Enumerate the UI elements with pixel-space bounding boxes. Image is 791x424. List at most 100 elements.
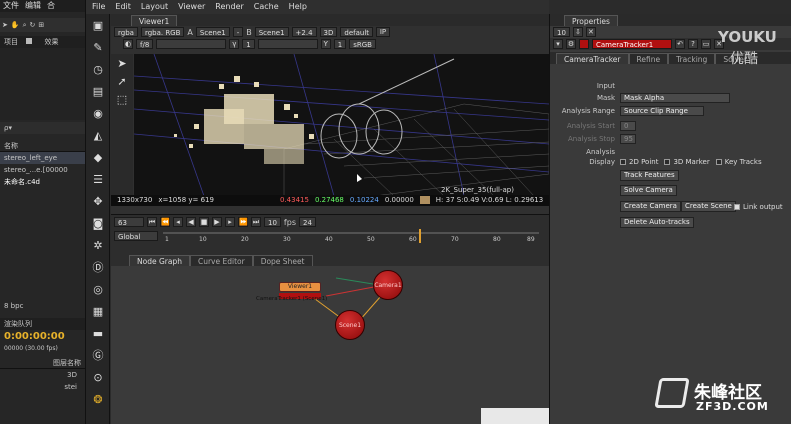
ae-timecode[interactable]: 0:00:00:00 [0, 330, 85, 344]
checkbox[interactable] [664, 159, 671, 165]
menu-cache[interactable]: Cache [254, 0, 279, 14]
gamma-slider[interactable] [257, 39, 318, 49]
time-icon[interactable]: ◷ [86, 58, 110, 80]
menu-render[interactable]: Render [215, 0, 243, 14]
deep-icon[interactable]: Ⓓ [86, 256, 110, 278]
viewer-node[interactable]: Viewer1 [279, 282, 321, 292]
node-gear-icon[interactable]: ⚙ [566, 39, 576, 49]
camera-icon[interactable]: ⊞ [38, 21, 44, 29]
scene-node[interactable]: Scene1 [335, 310, 365, 340]
tab-tracking[interactable]: Tracking [668, 53, 716, 64]
ae-file-item[interactable]: stereo_...e.[00000 [0, 164, 85, 176]
checkbox-checked[interactable] [734, 204, 740, 210]
camera-node[interactable]: Camera1 [373, 270, 403, 300]
ae-menu-compose[interactable]: 合 [47, 0, 55, 12]
first-frame-icon[interactable]: ⏮ [147, 217, 157, 227]
3d-icon[interactable]: ◙ [86, 212, 110, 234]
ae-search-input[interactable]: ρ▾ [0, 122, 85, 134]
view-mode-dropdown[interactable]: 3D [319, 27, 338, 37]
furnace-icon[interactable]: ❂ [86, 388, 110, 410]
stop-field[interactable]: 95 [620, 134, 636, 144]
zoom-icon[interactable]: ⌕ [23, 21, 27, 30]
close-icon[interactable] [26, 38, 33, 44]
ae-effects-tab[interactable]: 效果 [44, 38, 58, 46]
display-key-tracks[interactable]: Key Tracks [715, 158, 762, 166]
rate-dropdown[interactable]: 1 [333, 39, 347, 49]
link-output-checkbox[interactable]: Link output [734, 203, 783, 211]
ae-menu-edit[interactable]: 编辑 [25, 0, 41, 12]
ae-project-tab[interactable]: 项目 [4, 38, 18, 46]
node-color-icon[interactable] [579, 39, 589, 49]
help-icon[interactable]: ? [688, 39, 698, 49]
menu-layout[interactable]: Layout [141, 0, 168, 14]
filter-icon[interactable]: ◭ [86, 124, 110, 146]
node-name-field[interactable]: CameraTracker1 [592, 39, 672, 49]
zoom-dropdown[interactable]: +2.4 [291, 27, 317, 37]
play-icon[interactable]: ▶ [212, 217, 222, 227]
views-icon[interactable]: ◎ [86, 278, 110, 300]
tab-refine[interactable]: Refine [628, 53, 669, 64]
float-icon[interactable]: ▭ [701, 39, 711, 49]
next-key-icon[interactable]: ⏩ [238, 217, 248, 227]
merge-icon[interactable]: ☰ [86, 168, 110, 190]
rotate-icon[interactable]: ↻ [30, 21, 36, 29]
next-frame-icon[interactable]: ▸ [225, 217, 235, 227]
tab-node-graph[interactable]: Node Graph [129, 255, 190, 266]
checkbox[interactable] [715, 159, 722, 165]
delete-autotracks-button[interactable]: Delete Auto-tracks [620, 217, 694, 228]
layer-dropdown[interactable]: rgba. RGB [140, 27, 185, 37]
marquee-icon[interactable]: ⬚ [111, 90, 133, 108]
transform-icon[interactable]: ✥ [86, 190, 110, 212]
collapse-icon[interactable]: ▾ [553, 39, 563, 49]
particles-icon[interactable]: ✲ [86, 234, 110, 256]
select-icon[interactable]: ➤ [111, 54, 133, 72]
y-button[interactable]: Y [320, 39, 331, 49]
selection-icon[interactable]: ➤ [2, 21, 8, 29]
fps-field[interactable]: 24 [298, 217, 316, 227]
ops-dropdown[interactable]: - [232, 27, 244, 37]
ae-layer-item[interactable]: stei [0, 381, 85, 393]
menu-help[interactable]: Help [289, 0, 307, 14]
tab-dope-sheet[interactable]: Dope Sheet [252, 255, 313, 266]
create-scene-button[interactable]: Create Scene [681, 201, 736, 212]
display-2d-point[interactable]: 2D Point [620, 158, 658, 166]
prev-frame-icon[interactable]: ◂ [173, 217, 183, 227]
timeline-ruler[interactable]: 1 10 20 30 40 50 60 70 80 89 [161, 229, 541, 243]
step-field[interactable]: 10 [264, 217, 281, 227]
lut-dropdown[interactable]: default [340, 27, 374, 37]
create-camera-button[interactable]: Create Camera [620, 201, 681, 212]
max-panels-field[interactable]: 10 [553, 27, 570, 37]
ip-button[interactable]: IP [376, 27, 391, 37]
draw-icon[interactable]: ✎ [86, 36, 110, 58]
display-3d-marker[interactable]: 3D Marker [664, 158, 710, 166]
color-icon[interactable]: ◉ [86, 102, 110, 124]
ae-bpc[interactable]: 8 bpc [0, 300, 85, 312]
start-field[interactable]: 0 [620, 121, 636, 131]
last-frame-icon[interactable]: ⏭ [251, 217, 261, 227]
ae-file-item[interactable]: 未命名.c4d [0, 176, 85, 188]
gamma-icon[interactable]: γ [229, 39, 240, 49]
clear-icon[interactable]: ✕ [585, 27, 596, 37]
checkbox[interactable] [620, 159, 626, 165]
metadata-icon[interactable]: ▦ [86, 300, 110, 322]
gamma-field[interactable]: 1 [242, 39, 255, 49]
track-features-button[interactable]: Track Features [620, 170, 679, 181]
prev-key-icon[interactable]: ⏪ [160, 217, 170, 227]
other-icon[interactable]: ⊙ [86, 366, 110, 388]
stop-icon[interactable]: ■ [199, 217, 209, 227]
channel-icon[interactable]: ▤ [86, 80, 110, 102]
ae-layer-item[interactable]: 3D [0, 369, 85, 381]
select-vertex-icon[interactable]: ➚ [111, 72, 133, 90]
colorspace-dropdown[interactable]: sRGB [349, 39, 376, 49]
a-input-dropdown[interactable]: Scene1 [195, 27, 230, 37]
toolsets-icon[interactable]: ▬ [86, 322, 110, 344]
b-input-dropdown[interactable]: Scene1 [254, 27, 289, 37]
lock-icon[interactable]: ⇩ [572, 27, 583, 37]
properties-tab[interactable]: Properties [564, 15, 618, 26]
scope-dropdown[interactable]: Global [114, 231, 158, 241]
ae-render-tab[interactable]: 渲染队列 [0, 318, 85, 330]
play-back-icon[interactable]: ◀ [186, 217, 196, 227]
channels-dropdown[interactable]: rgba [114, 27, 138, 37]
viewer-canvas[interactable] [134, 54, 549, 196]
tab-cameratracker[interactable]: CameraTracker [556, 53, 629, 64]
